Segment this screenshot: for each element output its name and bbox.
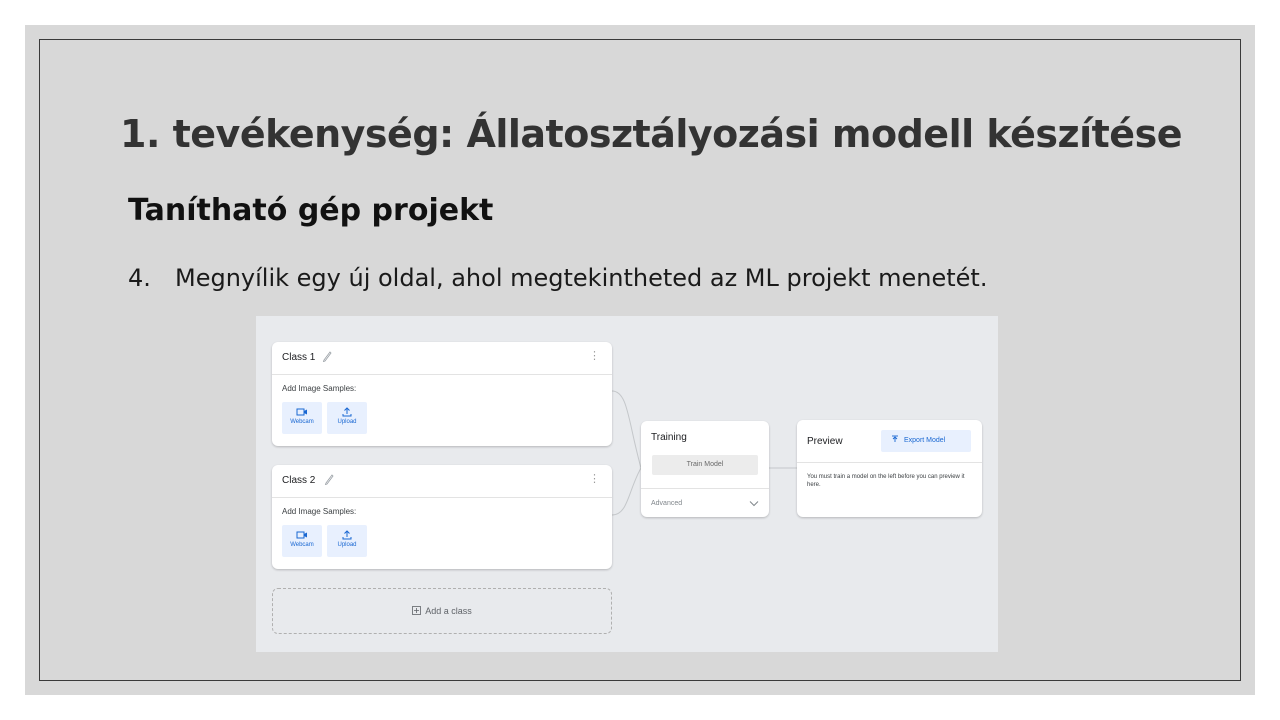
add-class-button[interactable]: Add a class bbox=[272, 588, 612, 634]
preview-message: You must train a model on the left befor… bbox=[807, 474, 965, 488]
upload-label: Upload bbox=[337, 419, 357, 425]
kebab-menu-icon[interactable]: ⋮ bbox=[589, 474, 600, 485]
teachable-machine-screenshot: Class 1 ⋮ Add Image Samples: Webcam Uplo… bbox=[256, 316, 998, 652]
export-icon bbox=[892, 435, 898, 442]
training-card: Training Train Model Advanced bbox=[641, 421, 769, 517]
upload-label: Upload bbox=[337, 542, 357, 548]
class-card-2: Class 2 ⋮ Add Image Samples: Webcam Uplo… bbox=[272, 465, 612, 569]
class-name[interactable]: Class 1 bbox=[282, 352, 315, 363]
divider bbox=[797, 462, 982, 463]
advanced-toggle[interactable]: Advanced bbox=[651, 500, 682, 507]
export-model-label: Export Model bbox=[904, 437, 946, 444]
class-card-header: Class 1 ⋮ bbox=[272, 342, 612, 375]
upload-button[interactable]: Upload bbox=[327, 525, 367, 557]
class-card-header: Class 2 ⋮ bbox=[272, 465, 612, 498]
kebab-menu-icon[interactable]: ⋮ bbox=[589, 351, 600, 362]
webcam-button[interactable]: Webcam bbox=[282, 525, 322, 557]
class-card-1: Class 1 ⋮ Add Image Samples: Webcam Uplo… bbox=[272, 342, 612, 446]
upload-icon bbox=[342, 407, 352, 417]
step-number: 4. bbox=[128, 264, 151, 292]
add-class-label: Add a class bbox=[425, 606, 472, 616]
webcam-label: Webcam bbox=[290, 419, 314, 425]
slide-subtitle: Tanítható gép projekt bbox=[128, 193, 494, 228]
plus-box-icon bbox=[412, 606, 422, 615]
video-camera-icon bbox=[296, 531, 307, 539]
pencil-icon[interactable] bbox=[324, 473, 334, 485]
pencil-icon[interactable] bbox=[322, 350, 332, 362]
chevron-down-icon[interactable] bbox=[749, 500, 759, 507]
class-name[interactable]: Class 2 bbox=[282, 475, 315, 486]
upload-button[interactable]: Upload bbox=[327, 402, 367, 434]
upload-icon bbox=[342, 530, 352, 540]
preview-card: Preview Export Model You must train a mo… bbox=[797, 420, 982, 517]
video-camera-icon bbox=[296, 408, 307, 416]
webcam-button[interactable]: Webcam bbox=[282, 402, 322, 434]
export-model-button[interactable]: Export Model bbox=[881, 430, 971, 452]
webcam-label: Webcam bbox=[290, 542, 314, 548]
step-item: 4. Megnyílik egy új oldal, ahol megtekint… bbox=[128, 264, 987, 292]
preview-title: Preview bbox=[807, 436, 843, 447]
slide-title: 1. tevékenység: Állatosztályozási modell… bbox=[120, 112, 1182, 156]
training-title: Training bbox=[651, 432, 687, 443]
add-samples-label: Add Image Samples: bbox=[282, 507, 357, 516]
divider bbox=[641, 488, 769, 489]
add-samples-label: Add Image Samples: bbox=[282, 384, 357, 393]
step-text: Megnyílik egy új oldal, ahol megtekinthe… bbox=[175, 264, 988, 292]
train-model-button[interactable]: Train Model bbox=[652, 455, 758, 475]
